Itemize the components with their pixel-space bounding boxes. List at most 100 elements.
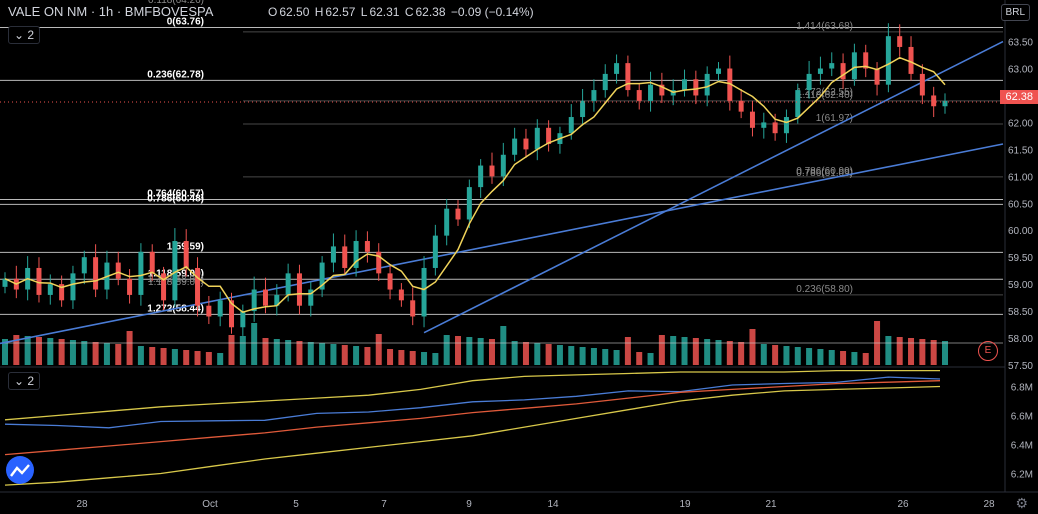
tradingview-logo-icon[interactable] [6, 456, 34, 484]
price-tick-label: 58.00 [1008, 334, 1033, 345]
volume-bar [375, 334, 382, 365]
volume-bar [81, 341, 88, 365]
candle-body [47, 284, 53, 295]
volume-bar [466, 337, 473, 365]
currency-badge[interactable]: BRL [1000, 4, 1030, 21]
volume-bar [885, 336, 892, 365]
volume-bar [522, 342, 529, 365]
candle-body [410, 300, 416, 317]
volume-bar [908, 338, 915, 365]
volume-bar [24, 336, 31, 365]
candle-body [285, 273, 291, 295]
candle-body [704, 73, 710, 96]
lower-pane-indicators-toggle[interactable]: ⌄ 2 [8, 372, 41, 390]
candle-body [829, 63, 835, 69]
time-tick-label: 19 [679, 499, 691, 510]
fib-level-label: 1.414(63.68) [796, 21, 853, 32]
fib-annotation: 0.786(61.09) [796, 168, 853, 179]
volume-bar [840, 351, 847, 365]
volume-bar [681, 337, 688, 365]
fib-level-label: 0.236(58.80) [796, 284, 853, 295]
volume-bar [602, 349, 609, 365]
main-pane-indicators-toggle[interactable]: ⌄ 2 [8, 26, 41, 44]
volume-bar [738, 342, 745, 365]
candle-body [795, 90, 801, 118]
volume-bar [103, 343, 110, 365]
volume-bar [364, 347, 371, 365]
main-pane-indicator-count: 2 [27, 28, 35, 42]
candle-body [602, 73, 608, 91]
candle-body [874, 68, 880, 85]
symbol-header: VALE ON NM · 1h · BMFBOVESPA [8, 4, 213, 19]
candle-body [81, 257, 87, 274]
low-label: L [360, 5, 368, 19]
volume-bar [92, 342, 99, 365]
volume-bar [590, 348, 597, 365]
candle-body [149, 251, 155, 274]
volume-bar [772, 345, 779, 365]
volume-bar [171, 349, 178, 365]
lower-pane-indicator-count: 2 [27, 374, 35, 388]
volume-bar [500, 326, 507, 365]
volume-bar [251, 323, 258, 365]
candle-body [455, 208, 461, 220]
volume-bar [35, 337, 42, 365]
candle-body [806, 73, 812, 91]
volume-bar [239, 336, 246, 365]
time-tick-label: 7 [381, 499, 387, 510]
candle-body [749, 111, 755, 128]
indicator-tick-label: 6.8M [1011, 383, 1033, 394]
volume-bar [794, 347, 801, 365]
price-tick-label: 57.50 [1008, 361, 1033, 372]
candle-body [817, 68, 823, 74]
candle-body [421, 267, 427, 317]
volume-bar [205, 352, 212, 365]
chevron-down-icon: ⌄ [14, 28, 25, 42]
volume-bar [828, 350, 835, 365]
candle-body [580, 100, 586, 118]
candle-body [217, 300, 223, 317]
volume-bar [624, 337, 631, 365]
candle-body [500, 154, 506, 177]
time-tick-label: 28 [76, 499, 88, 510]
earnings-event-icon[interactable]: E [978, 341, 998, 361]
candle-body [682, 79, 688, 91]
candle-body [897, 36, 903, 47]
high-label: H [314, 5, 324, 19]
settings-gear-icon[interactable]: ⚙ [1015, 495, 1028, 512]
close-label: C [404, 5, 414, 19]
close-value: 62.38 [415, 5, 446, 19]
volume-bar [783, 346, 790, 365]
indicator-series-line [4, 380, 941, 456]
volume-bar [556, 345, 563, 365]
last-price-tag: 62.38 [1000, 90, 1038, 104]
candle-body [636, 90, 642, 101]
fib-level-label: 0.786(60.48) [147, 193, 204, 204]
volume-bar [568, 346, 575, 365]
fib-level-label: 0.236(62.78) [147, 69, 204, 80]
symbol-title[interactable]: VALE ON NM · 1h · BMFBOVESPA [8, 4, 213, 19]
candle-body [478, 165, 484, 188]
volume-bar [896, 337, 903, 365]
indicator-tick-label: 6.2M [1011, 470, 1033, 481]
price-tick-label: 61.50 [1008, 145, 1033, 156]
price-tick-label: 63.50 [1008, 38, 1033, 49]
candle-body [161, 273, 167, 301]
volume-bar [862, 353, 869, 365]
candle-body [93, 257, 99, 290]
time-tick-label: 26 [897, 499, 909, 510]
indicator-series-line [4, 376, 941, 429]
price-tick-label: 62.00 [1008, 118, 1033, 129]
price-tick-label: 59.00 [1008, 280, 1033, 291]
volume-bar [613, 350, 620, 365]
volume-bar [942, 341, 948, 365]
volume-bar [194, 351, 201, 365]
candle-body [625, 63, 631, 91]
volume-bar [432, 353, 439, 365]
candle-body [693, 79, 699, 96]
trendline [423, 40, 1004, 334]
volume-bar [307, 342, 314, 365]
candle-body [885, 36, 891, 85]
candle-body [342, 246, 348, 268]
chart-canvas[interactable]: 0(63.76)0.236(62.78)0.764(60.57)0.786(60… [0, 0, 1038, 514]
